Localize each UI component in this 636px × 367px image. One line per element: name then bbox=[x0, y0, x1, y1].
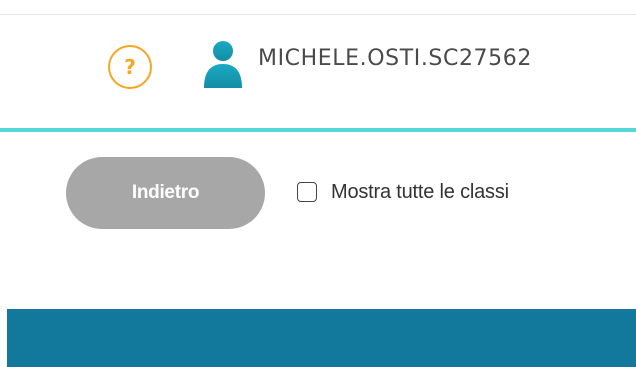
top-divider bbox=[0, 14, 636, 15]
show-all-classes-label: Mostra tutte le classi bbox=[331, 180, 509, 203]
username-label[interactable]: MICHELE.OSTI.SC27562 bbox=[258, 46, 532, 71]
question-circle-icon: ? bbox=[124, 55, 136, 79]
show-all-classes-checkbox[interactable] bbox=[297, 182, 317, 202]
section-header-bar bbox=[7, 309, 636, 367]
user-icon bbox=[204, 41, 242, 88]
help-button[interactable]: ? bbox=[108, 45, 152, 89]
accent-divider bbox=[0, 128, 636, 132]
page: ? MICHELE.OSTI.SC27562 Indietro Mostra t… bbox=[0, 0, 636, 367]
show-all-classes-toggle[interactable]: Mostra tutte le classi bbox=[297, 177, 509, 207]
back-button[interactable]: Indietro bbox=[66, 157, 265, 229]
